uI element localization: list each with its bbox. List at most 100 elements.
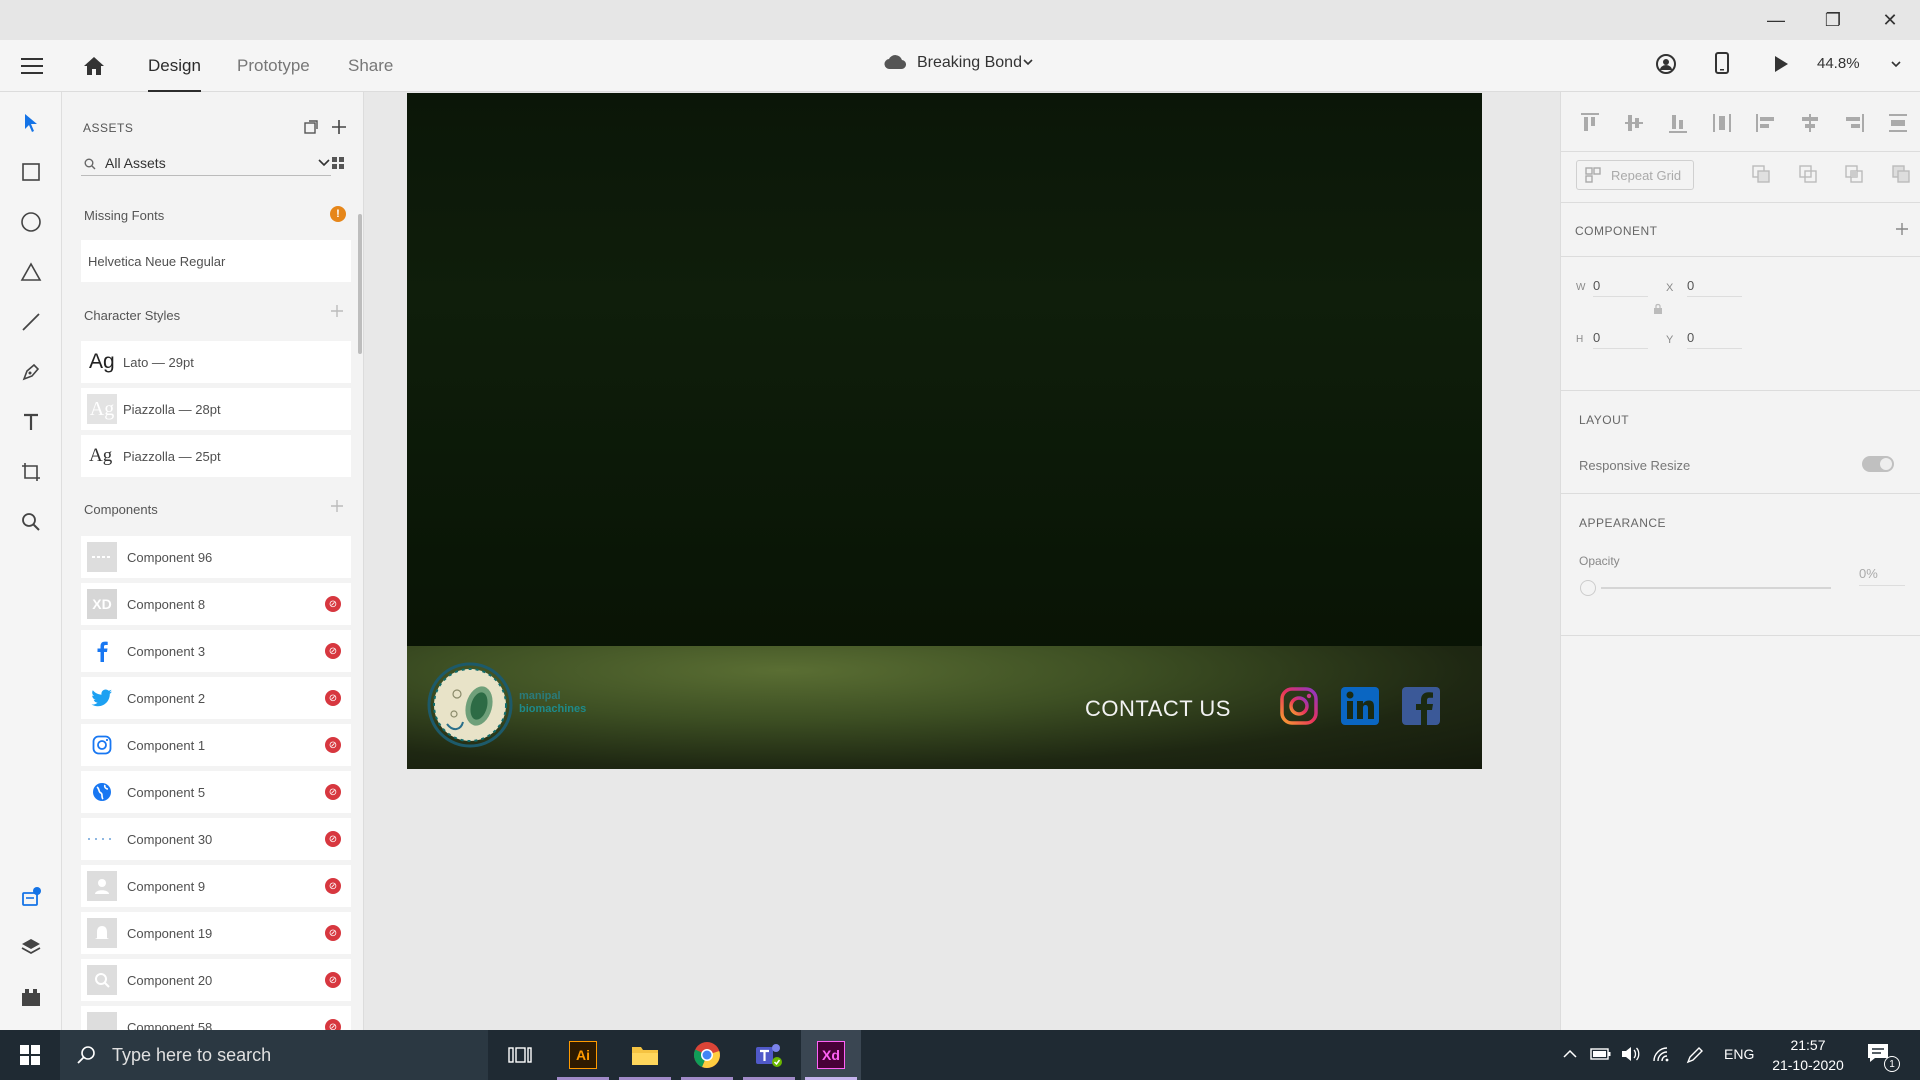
hamburger-menu-icon[interactable] <box>18 54 46 78</box>
opacity-slider-handle[interactable] <box>1580 580 1596 596</box>
broken-link-icon[interactable]: ⊘ <box>325 596 341 612</box>
contact-us-text[interactable]: CONTACT US <box>1085 696 1231 722</box>
battery-icon[interactable] <box>1590 1046 1612 1064</box>
align-middle-icon[interactable] <box>1623 112 1645 134</box>
select-tool-icon[interactable] <box>16 108 46 138</box>
lock-aspect-icon[interactable] <box>1653 302 1665 316</box>
minimize-button[interactable]: — <box>1748 0 1804 40</box>
broken-link-icon[interactable]: ⊘ <box>325 1019 341 1030</box>
linkedin-icon[interactable] <box>1340 686 1380 726</box>
volume-icon[interactable] <box>1620 1045 1642 1065</box>
zoom-chevron-icon[interactable] <box>1890 57 1904 71</box>
pen-workspace-icon[interactable] <box>1685 1045 1707 1065</box>
show-hidden-icons-icon[interactable] <box>1562 1046 1580 1064</box>
opacity-input[interactable]: 0% <box>1859 566 1905 586</box>
facebook-icon[interactable] <box>1401 686 1441 726</box>
assets-filter-dropdown[interactable]: All Assets <box>81 152 331 176</box>
distribute-horizontal-icon[interactable] <box>1887 112 1909 134</box>
component-item[interactable]: Component 19 ⊘ <box>81 912 351 954</box>
instagram-icon[interactable] <box>1279 686 1319 726</box>
broken-link-icon[interactable]: ⊘ <box>325 972 341 988</box>
assets-panel-icon[interactable] <box>16 882 46 912</box>
width-input[interactable]: 0 <box>1593 278 1648 297</box>
input-language[interactable]: ENG <box>1724 1046 1754 1062</box>
xd-app-icon[interactable]: Xd <box>801 1030 861 1080</box>
task-view-icon[interactable] <box>490 1030 550 1080</box>
invite-user-icon[interactable] <box>1655 53 1679 77</box>
broken-link-icon[interactable]: ⊘ <box>325 831 341 847</box>
artboard-tool-icon[interactable] <box>16 457 46 487</box>
manipal-biomachines-logo-icon[interactable] <box>427 662 513 748</box>
align-right-icon[interactable] <box>1843 112 1865 134</box>
file-explorer-icon[interactable] <box>615 1030 675 1080</box>
component-item[interactable]: Component 5 ⊘ <box>81 771 351 813</box>
device-preview-icon[interactable] <box>1714 52 1736 78</box>
artboard-footer[interactable]: manipal biomachines CONTACT US <box>407 646 1482 769</box>
polygon-tool-icon[interactable] <box>16 257 46 287</box>
broken-link-icon[interactable]: ⊘ <box>325 925 341 941</box>
align-top-icon[interactable] <box>1579 112 1601 134</box>
align-left-icon[interactable] <box>1755 112 1777 134</box>
broken-link-icon[interactable]: ⊘ <box>325 737 341 753</box>
x-input[interactable]: 0 <box>1687 278 1742 297</box>
close-window-button[interactable]: ✕ <box>1862 0 1918 40</box>
component-item[interactable]: Component 58 ⊘ <box>81 1006 351 1030</box>
taskbar-clock[interactable]: 21:57 21-10-2020 <box>1768 1035 1848 1075</box>
windows-start-icon[interactable] <box>0 1030 60 1080</box>
plugins-panel-icon[interactable] <box>16 982 46 1012</box>
component-item[interactable]: Component 3 ⊘ <box>81 630 351 672</box>
home-icon[interactable] <box>80 52 108 80</box>
y-input[interactable]: 0 <box>1687 330 1742 349</box>
character-style-item[interactable]: Ag Lato — 29pt <box>81 341 351 383</box>
illustrator-app-icon[interactable]: Ai <box>553 1030 613 1080</box>
add-character-style-icon[interactable] <box>330 304 344 318</box>
layers-panel-icon[interactable] <box>16 932 46 962</box>
boolean-intersect-icon[interactable] <box>1844 164 1864 184</box>
restore-button[interactable]: ❐ <box>1805 0 1861 40</box>
chevron-down-icon[interactable] <box>1022 55 1036 71</box>
opacity-slider-track[interactable] <box>1601 587 1831 589</box>
tab-design[interactable]: Design <box>148 40 201 92</box>
broken-link-icon[interactable]: ⊘ <box>325 643 341 659</box>
taskbar-search-box[interactable]: Type here to search <box>60 1030 488 1080</box>
chrome-icon[interactable] <box>677 1030 737 1080</box>
boolean-subtract-icon[interactable] <box>1798 164 1818 184</box>
zoom-level[interactable]: 44.8% <box>1817 55 1860 72</box>
broken-link-icon[interactable]: ⊘ <box>325 690 341 706</box>
broken-link-icon[interactable]: ⊘ <box>325 878 341 894</box>
teams-icon[interactable] <box>739 1030 799 1080</box>
component-item[interactable]: Component 9 ⊘ <box>81 865 351 907</box>
broken-link-icon[interactable]: ⊘ <box>325 784 341 800</box>
rectangle-tool-icon[interactable] <box>16 157 46 187</box>
component-item[interactable]: Component 2 ⊘ <box>81 677 351 719</box>
align-bottom-icon[interactable] <box>1667 112 1689 134</box>
grid-view-icon[interactable] <box>331 156 347 172</box>
character-style-item[interactable]: Ag Piazzolla — 25pt <box>81 435 351 477</box>
component-item[interactable]: Component 20 ⊘ <box>81 959 351 1001</box>
component-item[interactable]: Component 96 <box>81 536 351 578</box>
ellipse-tool-icon[interactable] <box>16 207 46 237</box>
action-center-icon[interactable]: 1 <box>1866 1042 1900 1072</box>
component-item[interactable]: XD Component 8 ⊘ <box>81 583 351 625</box>
height-input[interactable]: 0 <box>1593 330 1648 349</box>
assets-scrollbar[interactable] <box>358 214 362 354</box>
network-icon[interactable] <box>1652 1045 1674 1065</box>
open-library-icon[interactable] <box>304 120 320 136</box>
responsive-resize-toggle[interactable] <box>1862 456 1894 472</box>
boolean-add-icon[interactable] <box>1751 164 1771 184</box>
text-tool-icon[interactable] <box>16 407 46 437</box>
warning-icon[interactable]: ! <box>330 206 346 222</box>
pen-tool-icon[interactable] <box>16 357 46 387</box>
distribute-vertical-icon[interactable] <box>1711 112 1733 134</box>
add-component-state-icon[interactable] <box>1895 222 1909 236</box>
boolean-exclude-icon[interactable] <box>1891 164 1911 184</box>
repeat-grid-button[interactable]: Repeat Grid <box>1576 160 1694 190</box>
line-tool-icon[interactable] <box>16 307 46 337</box>
tab-prototype[interactable]: Prototype <box>237 40 310 92</box>
play-preview-icon[interactable] <box>1772 54 1794 76</box>
component-item[interactable]: Component 30 ⊘ <box>81 818 351 860</box>
document-title[interactable]: Breaking Bond <box>917 54 1022 72</box>
align-center-icon[interactable] <box>1799 112 1821 134</box>
missing-font-item[interactable]: Helvetica Neue Regular <box>81 240 351 282</box>
add-asset-icon[interactable] <box>331 119 347 135</box>
